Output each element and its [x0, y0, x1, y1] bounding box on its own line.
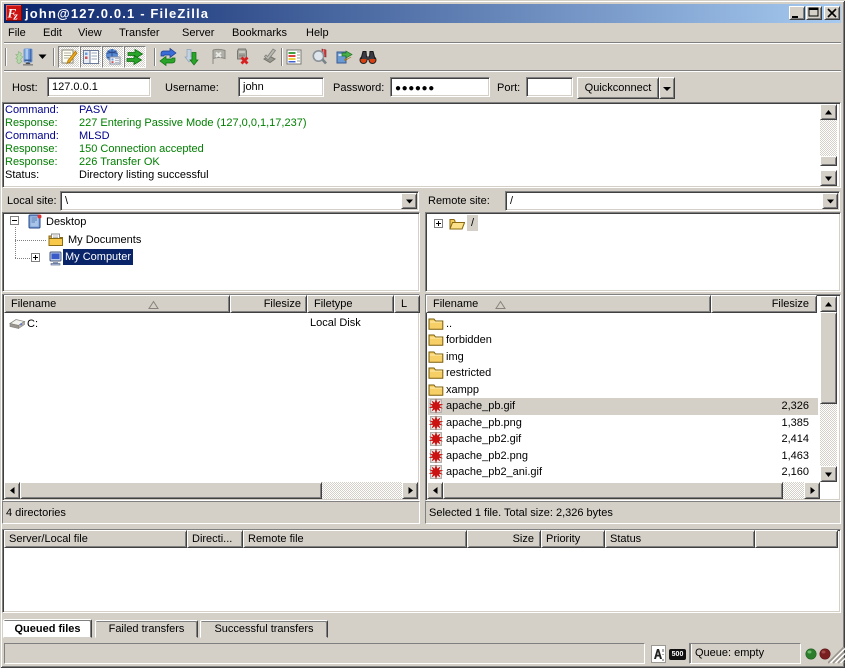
svg-text:z: z	[13, 11, 19, 22]
